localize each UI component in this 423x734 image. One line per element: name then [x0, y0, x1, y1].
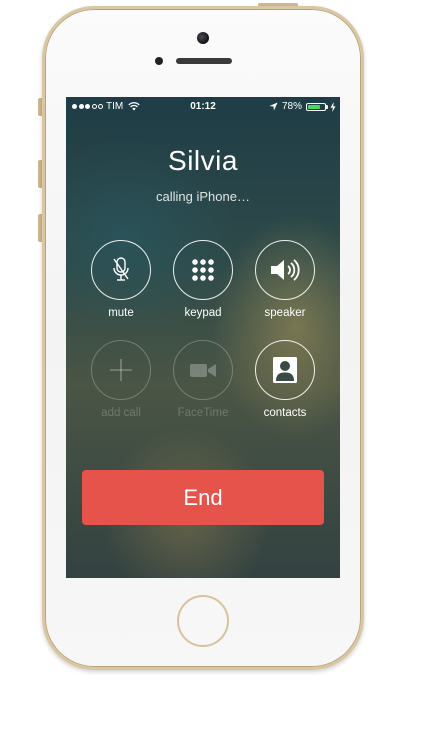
- mute-button[interactable]: mute: [80, 240, 162, 319]
- mute-label: mute: [108, 307, 134, 319]
- keypad-label: keypad: [184, 307, 222, 319]
- home-button[interactable]: [177, 595, 229, 647]
- status-bar: TIM 01:12 78%: [66, 97, 340, 117]
- charging-bolt-icon: [330, 102, 336, 112]
- battery-percent: 78%: [282, 101, 303, 112]
- keypad-circle[interactable]: [173, 240, 233, 300]
- contact-person-icon: [273, 357, 297, 383]
- add-call-button[interactable]: add call: [80, 340, 162, 419]
- battery-tip: [326, 105, 328, 109]
- call-screen: TIM 01:12 78% Silvia calling iPhone… mut…: [66, 97, 340, 578]
- facetime-circle[interactable]: [173, 340, 233, 400]
- speaker-icon: [271, 259, 300, 281]
- add-call-circle[interactable]: [91, 340, 151, 400]
- proximity-sensor: [155, 57, 163, 65]
- end-call-button[interactable]: End: [82, 470, 324, 525]
- earpiece-speaker: [176, 58, 232, 64]
- contacts-circle[interactable]: [255, 340, 315, 400]
- device-mockup: TIM 01:12 78% Silvia calling iPhone… mut…: [0, 0, 423, 734]
- facetime-label: FaceTime: [177, 407, 229, 419]
- facetime-button[interactable]: FaceTime: [162, 340, 244, 419]
- plus-icon: [110, 359, 132, 381]
- mute-circle[interactable]: [91, 240, 151, 300]
- location-arrow-icon: [269, 102, 278, 111]
- speaker-label: speaker: [264, 307, 306, 319]
- front-camera: [197, 32, 209, 44]
- keypad-icon: [192, 259, 214, 281]
- call-status: calling iPhone…: [156, 189, 250, 204]
- battery-icon: [306, 103, 326, 111]
- keypad-button[interactable]: keypad: [162, 240, 244, 319]
- battery-level: [308, 105, 321, 109]
- contacts-button[interactable]: contacts: [244, 340, 326, 419]
- speaker-button[interactable]: speaker: [244, 240, 326, 319]
- add-call-label: add call: [101, 407, 141, 419]
- muted-mic-icon: [113, 257, 129, 281]
- contacts-label: contacts: [263, 407, 307, 419]
- speaker-circle[interactable]: [255, 240, 315, 300]
- caller-name: Silvia: [168, 145, 238, 176]
- video-camera-icon: [190, 364, 216, 377]
